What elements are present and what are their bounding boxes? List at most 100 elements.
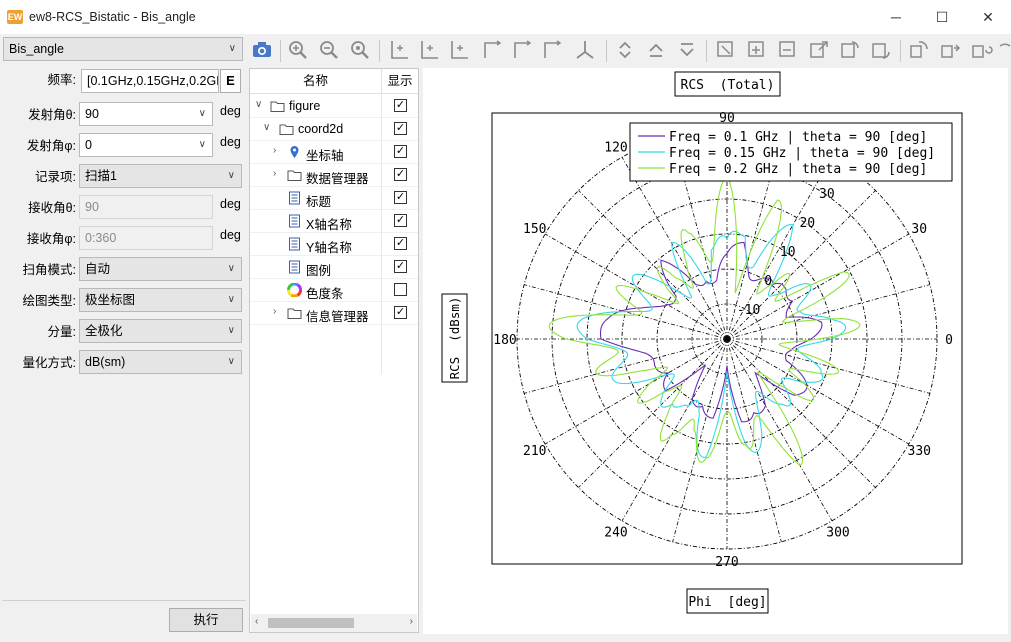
freq-edit-button[interactable]: E (220, 69, 241, 93)
chevron-right-icon[interactable]: › (273, 145, 276, 156)
radial-tick-label: -10 (737, 303, 760, 318)
show-checkbox[interactable]: ✓ (394, 168, 407, 181)
document-icon (289, 260, 300, 274)
show-checkbox[interactable]: ✓ (394, 191, 407, 204)
minimize-button[interactable]: ─ (873, 0, 919, 34)
tree-item-label: figure (289, 99, 321, 113)
radial-tick-label: 30 (819, 187, 835, 202)
show-checkbox[interactable]: ✓ (394, 260, 407, 273)
export-icon[interactable] (807, 38, 831, 62)
component-value: 全极化 (85, 324, 123, 338)
show-checkbox[interactable]: ✓ (394, 306, 407, 319)
chevron-down-icon[interactable]: ∨ (255, 99, 262, 110)
tree-item-ylabel[interactable]: Y轴名称 ✓ (250, 233, 418, 256)
tree-item-xlabel[interactable]: X轴名称 ✓ (250, 210, 418, 233)
scan-mode-select[interactable]: 自动 ∨ (79, 257, 242, 281)
tree-item-label: 标题 (306, 195, 332, 209)
component-select[interactable]: 全极化 ∨ (79, 319, 242, 343)
tree-item-colorbar[interactable]: 色度条 (250, 279, 418, 302)
run-button[interactable]: 执行 (169, 608, 243, 632)
show-checkbox[interactable]: ✓ (394, 122, 407, 135)
scroll-left-icon[interactable]: ‹ (255, 616, 258, 627)
add-x-axis-icon[interactable] (387, 38, 411, 62)
chevron-right-icon[interactable]: › (273, 306, 276, 317)
reset-view-icon[interactable] (969, 38, 993, 62)
move-down-icon[interactable] (675, 38, 699, 62)
axis-yx-icon[interactable] (480, 38, 504, 62)
chevron-right-icon[interactable]: › (273, 168, 276, 179)
zoom-out-icon[interactable] (317, 38, 341, 62)
tree-item-coord2d[interactable]: ∨ coord2d ✓ (250, 118, 418, 141)
chevron-down-icon[interactable]: ∨ (263, 122, 270, 133)
more-icon[interactable] (997, 38, 1011, 62)
toolbar-separator (280, 40, 281, 62)
column-show-header[interactable]: 显示 (381, 69, 418, 94)
angle-tick-label: 330 (908, 444, 931, 459)
polar-chart[interactable]: 0306090120150180210240270300330-10010203… (423, 68, 1008, 634)
record-select[interactable]: 扫描1 ∨ (79, 164, 242, 188)
redo-view-icon[interactable] (938, 38, 962, 62)
scan-mode-label: 扫角模式: (22, 263, 76, 277)
tx-phi-select[interactable]: 0 ∨ (79, 133, 213, 157)
title-bar: EW ew8-RCS_Bistatic - Bis_angle ─ ☐ ✕ (0, 0, 1011, 34)
chevron-down-icon: ∨ (198, 139, 206, 150)
tx-phi-unit: deg (220, 135, 241, 149)
horizontal-scrollbar[interactable]: ‹ › (251, 614, 417, 632)
tx-theta-unit: deg (220, 104, 241, 118)
tree-item-figure[interactable]: ∨ figure ✓ (250, 95, 418, 118)
move-up-icon[interactable] (644, 38, 668, 62)
view-select[interactable]: Bis_angle ∨ (3, 37, 243, 61)
move-up-down-icon[interactable] (613, 38, 637, 62)
quant-value: dB(sm) (85, 355, 126, 369)
zoom-in-icon[interactable] (286, 38, 310, 62)
collapse-icon[interactable] (776, 38, 800, 62)
plot-area[interactable]: 0306090120150180210240270300330-10010203… (423, 68, 1008, 634)
app-logo-icon: EW (7, 10, 23, 24)
zoom-reset-icon[interactable] (348, 38, 372, 62)
add-y-axis-icon[interactable] (447, 38, 471, 62)
divider (2, 600, 246, 601)
chart-title[interactable]: RCS (Total) (674, 71, 781, 97)
status-bar (0, 634, 1011, 642)
axis-xz-icon[interactable] (510, 38, 534, 62)
angle-tick-label: 270 (715, 555, 738, 570)
folder-icon (287, 170, 302, 181)
freq-field[interactable]: [0.1GHz,0.15GHz,0.2GHz] (81, 69, 219, 93)
quant-select[interactable]: dB(sm) ∨ (79, 350, 242, 374)
y-axis-label-text: RCS (dBsm) (447, 297, 462, 380)
tree-item-legend[interactable]: 图例 ✓ (250, 256, 418, 279)
quant-label: 量化方式: (22, 356, 76, 370)
toolbar-separator (379, 40, 380, 62)
camera-icon[interactable] (250, 38, 274, 62)
x-axis-label[interactable]: Phi [deg] (686, 588, 769, 614)
column-name-header[interactable]: 名称 (250, 69, 381, 94)
scrollbar-thumb[interactable] (268, 618, 354, 628)
tree-item-axes[interactable]: › 坐标轴 ✓ (250, 141, 418, 164)
refresh-view-icon[interactable] (907, 38, 931, 62)
show-checkbox[interactable]: ✓ (394, 99, 407, 112)
scroll-right-icon[interactable]: › (410, 616, 413, 627)
record-value: 扫描1 (85, 169, 117, 183)
chevron-down-icon: ∨ (227, 325, 235, 336)
rotate-alt-icon[interactable] (869, 38, 893, 62)
parameter-panel: Bis_angle ∨ 频率: [0.1GHz,0.15GHz,0.2GHz] … (0, 34, 248, 642)
y-axis-label[interactable]: RCS (dBsm) (441, 293, 468, 383)
tree-item-title[interactable]: 标题 ✓ (250, 187, 418, 210)
show-checkbox[interactable]: ✓ (394, 214, 407, 227)
x-axis-label-text: Phi [deg] (688, 595, 766, 610)
rotate-icon[interactable] (838, 38, 862, 62)
maximize-button[interactable]: ☐ (919, 0, 965, 34)
tree-item-data-manager[interactable]: › 数据管理器 ✓ (250, 164, 418, 187)
expand-icon[interactable] (745, 38, 769, 62)
show-checkbox[interactable]: ✓ (394, 145, 407, 158)
show-checkbox[interactable]: ✓ (394, 237, 407, 250)
add-z-axis-icon[interactable] (417, 38, 441, 62)
fit-icon[interactable] (714, 38, 738, 62)
axis-zy-icon[interactable] (540, 38, 564, 62)
tree-item-info-manager[interactable]: › 信息管理器 ✓ (250, 302, 418, 325)
plot-type-select[interactable]: 极坐标图 ∨ (79, 288, 242, 312)
tx-theta-select[interactable]: 90 ∨ (79, 102, 213, 126)
axes-3d-icon[interactable] (573, 38, 597, 62)
show-checkbox[interactable] (394, 283, 407, 296)
close-button[interactable]: ✕ (965, 0, 1011, 34)
